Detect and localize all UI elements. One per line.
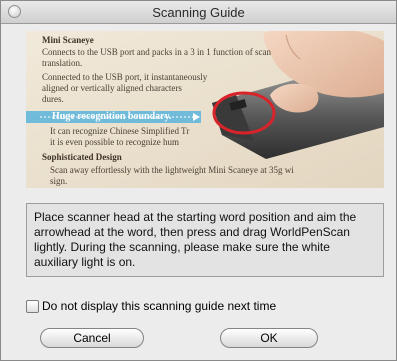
page-line-highlighted: Huge recognition boundary. — [52, 111, 172, 122]
dont-show-checkbox[interactable] — [26, 300, 39, 313]
page-line: it is even possible to recognize hum — [50, 137, 179, 147]
page-line: It can recognize Chinese Simplified Tr — [50, 126, 190, 136]
sample-page-text: Mini Scaneye Connects to the USB port an… — [26, 31, 384, 188]
scanning-illustration: Mini Scaneye Connects to the USB port an… — [26, 31, 384, 188]
dont-show-label[interactable]: Do not display this scanning guide next … — [42, 299, 276, 313]
page-line: Connects to the USB port and packs in a … — [42, 47, 271, 57]
page-line: sign. — [50, 176, 68, 186]
page-line: translation. — [42, 58, 83, 68]
page-line: aligned or vertically aligned characters — [42, 83, 182, 93]
cancel-button[interactable]: Cancel — [40, 328, 144, 348]
page-line: Mini Scaneye — [42, 35, 94, 45]
page-line: Connected to the USB port, it instantane… — [42, 72, 208, 82]
page-line: Sophisticated Design — [42, 152, 122, 162]
scanning-guide-window: Scanning Guide Mini Scaneye Connects to … — [0, 0, 397, 361]
page-line: dures. — [42, 94, 64, 104]
title-bar: Scanning Guide — [1, 1, 396, 24]
page-line: Scan away effortlessly with the lightwei… — [50, 165, 294, 175]
window-title: Scanning Guide — [152, 5, 245, 20]
instruction-text: Place scanner head at the starting word … — [26, 203, 384, 277]
ok-button[interactable]: OK — [220, 328, 318, 348]
